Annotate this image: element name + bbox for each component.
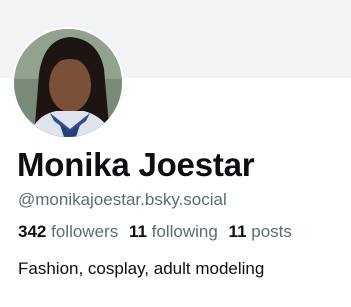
posts-label: posts (251, 222, 292, 241)
followers-count: 342 (18, 222, 47, 241)
avatar-image (14, 29, 122, 137)
followers-label: followers (51, 222, 119, 241)
following-label: following (151, 222, 218, 241)
posts-stat: 11 posts (229, 222, 292, 242)
profile-bio: Fashion, cosplay, adult modeling (18, 259, 265, 278)
following-count: 11 (128, 222, 147, 241)
following-link[interactable]: 11 following (129, 222, 218, 242)
profile-stats: 342 followers 11 following 11 posts (18, 222, 298, 242)
display-name: Monika Joestar (17, 146, 255, 183)
posts-count: 11 (228, 222, 247, 241)
avatar[interactable] (12, 27, 124, 139)
followers-link[interactable]: 342 followers (18, 222, 118, 242)
profile-handle: @monikajoestar.bsky.social (18, 190, 227, 209)
